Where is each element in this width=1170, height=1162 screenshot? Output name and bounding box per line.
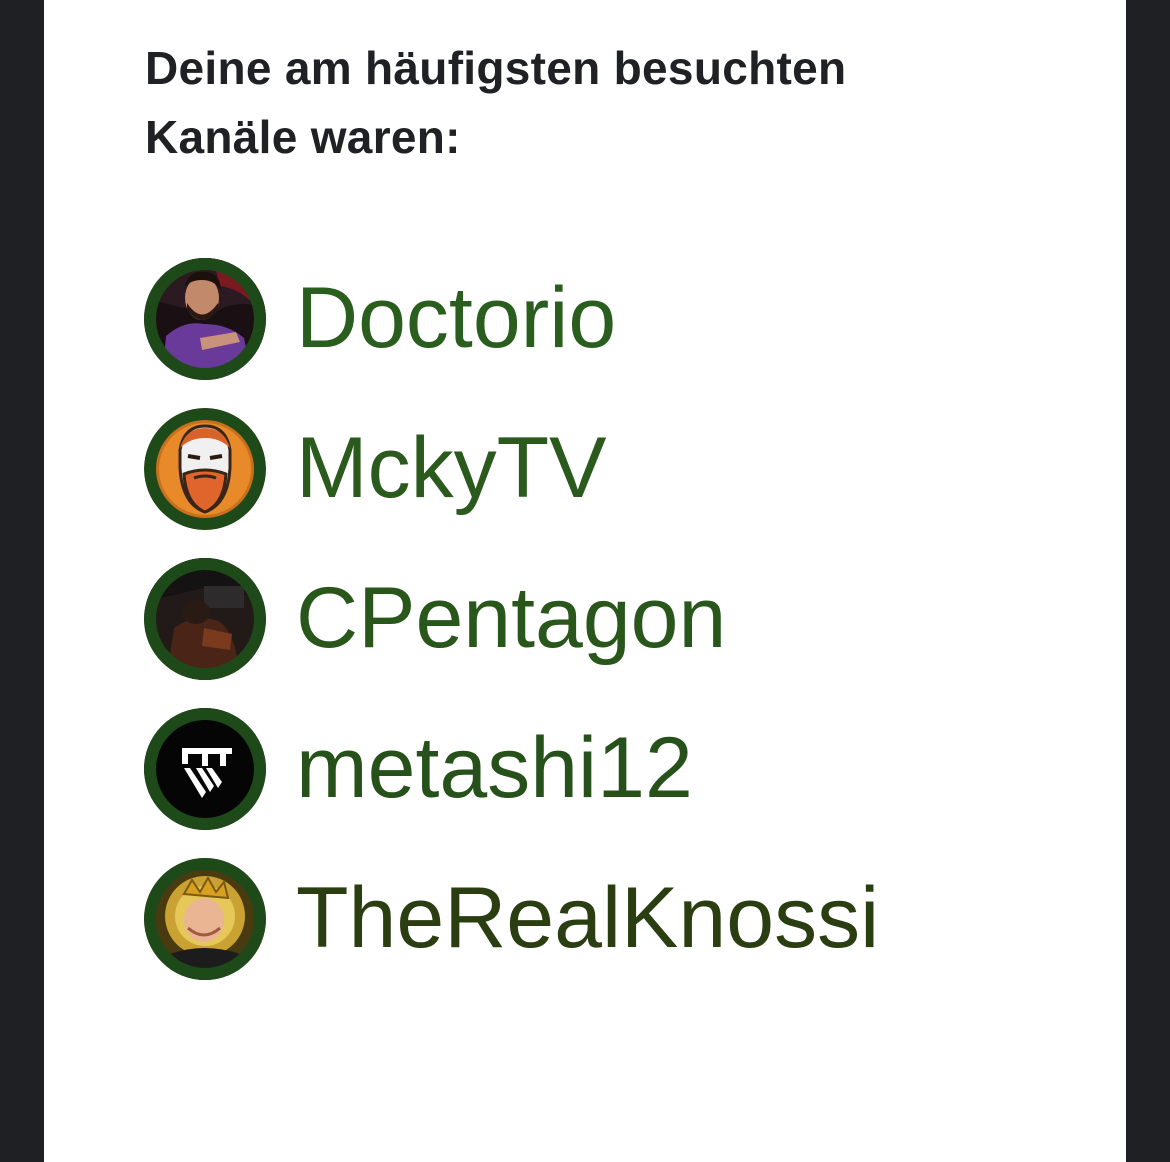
section-heading: Deine am häufigsten besuchten Kanäle war…	[145, 42, 847, 163]
channel-item-cpentagon[interactable]: CPentagon	[144, 558, 879, 680]
wrapped-card: Deine am häufigsten besuchten Kanäle war…	[44, 0, 1126, 1162]
avatar-bearded-face-logo	[144, 408, 266, 530]
channel-item-doctorio[interactable]: Doctorio	[144, 258, 879, 380]
channel-item-therealknossi[interactable]: TheRealKnossi	[144, 858, 879, 980]
avatar-photo-crowned-man	[144, 858, 266, 980]
channel-name[interactable]: MckyTV	[296, 418, 607, 518]
avatar-photo-man-purple-shirt	[144, 258, 266, 380]
avatar-geometric-logo	[144, 708, 266, 830]
channel-name[interactable]: Doctorio	[296, 268, 616, 368]
channel-item-mckytv[interactable]: MckyTV	[144, 408, 879, 530]
channel-name[interactable]: metashi12	[296, 718, 693, 818]
channel-list: Doctorio MckyTV CPentagon metashi12 TheR…	[144, 258, 879, 1008]
avatar-dark-room-photo	[144, 558, 266, 680]
channel-item-metashi12[interactable]: metashi12	[144, 708, 879, 830]
channel-name[interactable]: TheRealKnossi	[296, 868, 879, 968]
channel-name[interactable]: CPentagon	[296, 568, 726, 668]
